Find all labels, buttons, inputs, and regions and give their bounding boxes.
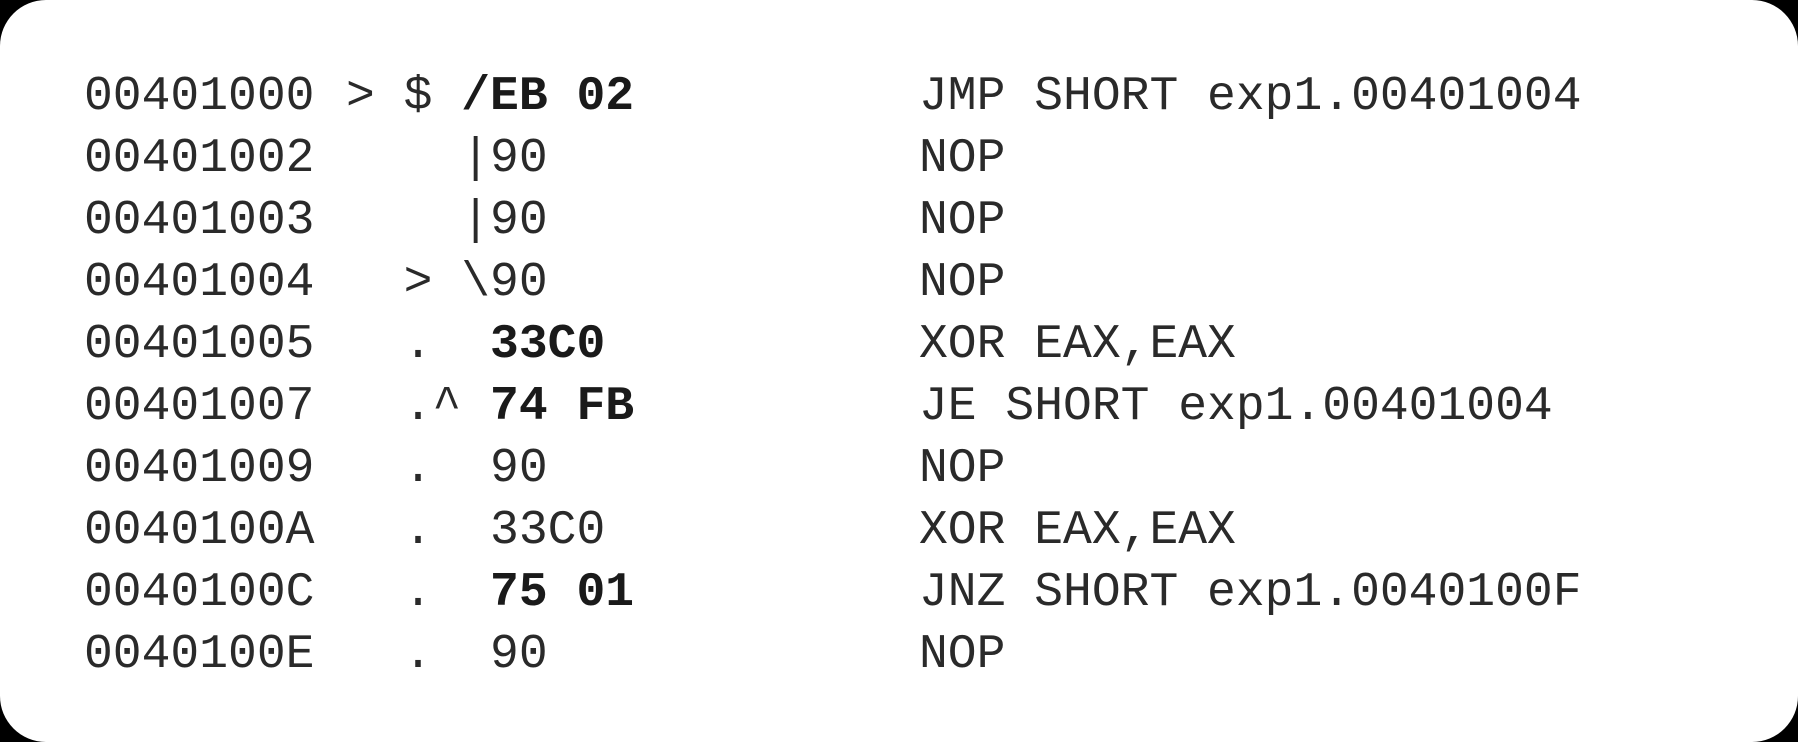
address: 00401007 <box>84 380 315 434</box>
hex-bytes: 90 <box>490 442 548 496</box>
address: 00401005 <box>84 318 315 372</box>
instruction: JMP SHORT exp1.00401004 <box>919 70 1582 124</box>
jump-markers: . <box>346 442 491 496</box>
instruction: JE SHORT exp1.00401004 <box>919 380 1553 434</box>
jump-markers-and-bytes: > $ /EB 02 <box>346 66 634 128</box>
instruction: NOP <box>919 194 1006 248</box>
jump-markers <box>346 132 461 186</box>
hex-bytes: /EB 02 <box>461 70 635 124</box>
jump-markers: > $ <box>346 70 462 124</box>
instruction: NOP <box>919 256 1006 310</box>
hex-bytes: 33C0 <box>490 504 606 558</box>
jump-markers-and-bytes: . 90 <box>346 438 548 500</box>
hex-bytes: 74 FB <box>490 380 635 434</box>
jump-markers-and-bytes: > \90 <box>346 252 548 314</box>
hex-bytes: 33C0 <box>490 318 606 372</box>
disassembly-panel: 00401000 > $ /EB 02 JMP SHORT exp1.0040100… <box>0 0 1798 742</box>
address: 00401009 <box>84 442 315 496</box>
address: 00401004 <box>84 256 315 310</box>
jump-markers-and-bytes: . 75 01 <box>346 562 634 624</box>
hex-bytes: 75 01 <box>490 566 635 620</box>
jump-markers: . <box>346 628 491 682</box>
address: 00401000 <box>84 70 315 124</box>
instruction: JNZ SHORT exp1.0040100F <box>919 566 1582 620</box>
address: 0040100E <box>84 628 315 682</box>
jump-markers <box>346 194 461 248</box>
jump-markers: . <box>346 504 491 558</box>
instruction: NOP <box>919 442 1006 496</box>
jump-markers: .^ <box>346 380 491 434</box>
instruction: XOR EAX,EAX <box>919 504 1236 558</box>
jump-markers-and-bytes: |90 <box>346 128 548 190</box>
address: 0040100A <box>84 504 315 558</box>
address: 00401003 <box>84 194 315 248</box>
jump-markers: . <box>346 566 491 620</box>
hex-bytes: |90 <box>461 194 548 248</box>
jump-markers-and-bytes: |90 <box>346 190 548 252</box>
address: 0040100C <box>84 566 315 620</box>
instruction: NOP <box>919 132 1006 186</box>
jump-markers-and-bytes: .^ 74 FB <box>346 376 634 438</box>
instruction: XOR EAX,EAX <box>919 318 1236 372</box>
hex-bytes: |90 <box>461 132 548 186</box>
jump-markers: > <box>346 256 462 310</box>
instruction: NOP <box>919 628 1006 682</box>
jump-markers: . <box>346 318 491 372</box>
jump-markers-and-bytes: . 90 <box>346 624 548 686</box>
address: 00401002 <box>84 132 315 186</box>
hex-bytes: \90 <box>461 256 548 310</box>
jump-markers-and-bytes: . 33C0 <box>346 500 606 562</box>
jump-markers-and-bytes: . 33C0 <box>346 314 606 376</box>
hex-bytes: 90 <box>490 628 548 682</box>
